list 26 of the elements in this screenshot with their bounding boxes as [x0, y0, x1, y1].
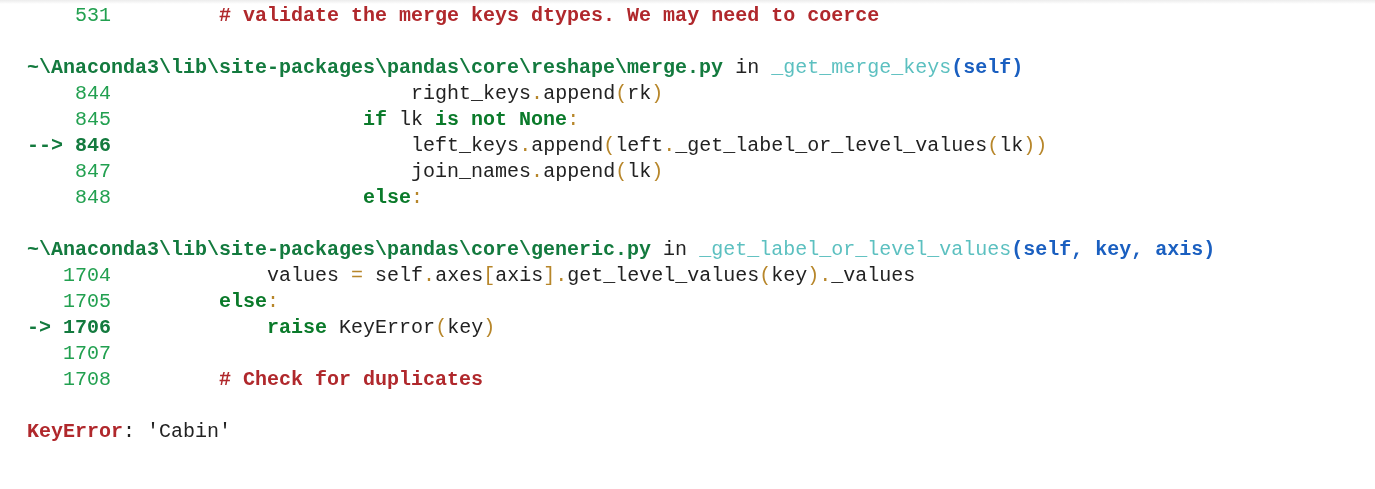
code-line: if lk is not None:	[362, 108, 580, 131]
code-line: raise KeyError(key)	[266, 316, 496, 339]
code-line: else:	[218, 290, 280, 313]
traceback-frame-header: ~\Anaconda3\lib\site-packages\pandas\core\generic.py in _get_label_or_level_values(self, key, axis)	[27, 238, 1216, 261]
code-line: values = self.axes[axis].get_level_values(key)._values	[266, 264, 916, 287]
code-line: # validate the merge keys dtypes. We may need to coerce	[218, 4, 880, 27]
line-number: 848	[75, 186, 112, 209]
line-number: 1704	[63, 264, 112, 287]
code-line: right_keys.append(rk)	[410, 82, 664, 105]
current-line-arrow: ->	[27, 316, 51, 339]
code-line: left_keys.append(left._get_label_or_level_values(lk))	[410, 134, 1048, 157]
line-number: 845	[75, 108, 112, 131]
code-line: join_names.append(lk)	[410, 160, 664, 183]
code-line: # Check for duplicates	[218, 368, 484, 391]
current-line-arrow: -->	[27, 134, 63, 157]
error-message: KeyError: 'Cabin'	[27, 420, 232, 443]
line-number: 1708	[63, 368, 112, 391]
line-number: 1707	[63, 342, 112, 365]
line-number: 847	[75, 160, 112, 183]
code-line: else:	[362, 186, 424, 209]
line-number: 1705	[63, 290, 112, 313]
traceback-frame-header: ~\Anaconda3\lib\site-packages\pandas\core\reshape\merge.py in _get_merge_keys(self)	[27, 56, 1024, 79]
line-number: 844	[75, 82, 112, 105]
line-number: 531	[75, 4, 112, 27]
line-number: 1706	[63, 316, 112, 339]
line-number: 846	[75, 134, 112, 157]
